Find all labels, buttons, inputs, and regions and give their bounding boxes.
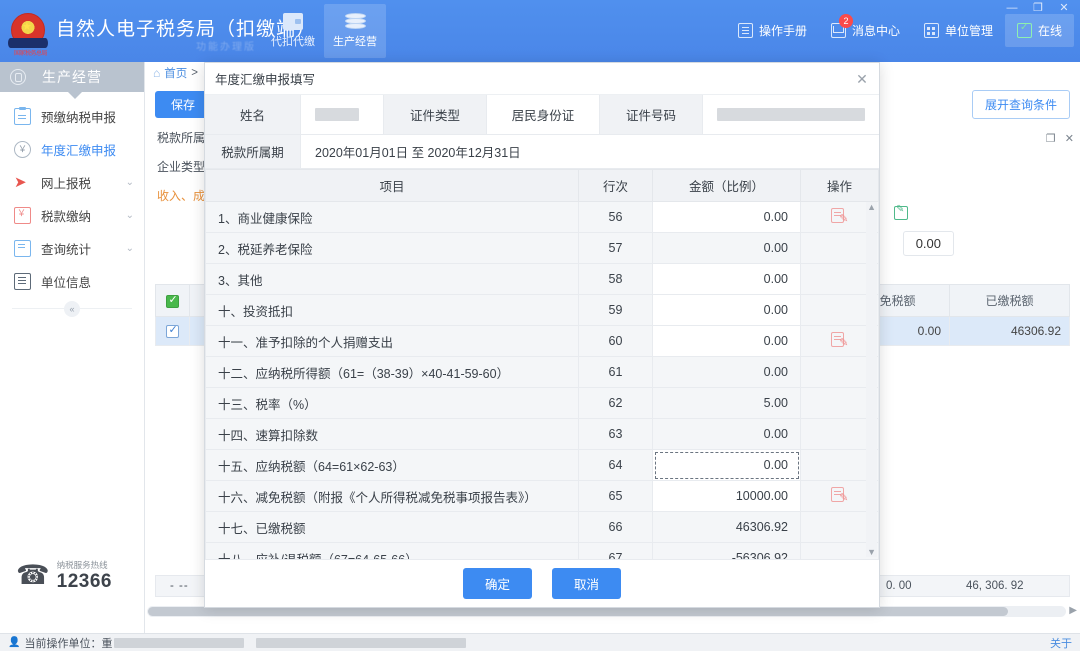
annual-settlement-table: 项目 行次 金额（比例） 操作 1、商业健康保险 56 0.00 ✎ 2、税延养… [205,169,879,559]
status-unit-label: 当前操作单位： [24,637,102,650]
row-item-label: 3、其他 [205,263,579,295]
row-item-label: 十五、应纳税额（64=61×62-63） [205,449,579,481]
dialog-close-icon[interactable]: ✕ [853,70,871,88]
redacted-unit-extra [256,637,467,648]
annual-settlement-dialog: 年度汇缴申报填写 ✕ 姓名 证件类型 居民身份证 证件号码 税款所属期 2020… [204,62,880,608]
row-amount-value: 5.00 [652,387,801,419]
status-bar: 👤 当前操作单位： 重 关于 [0,633,1080,651]
row-line-number: 64 [578,449,653,481]
row-item-label: 十一、准予扣除的个人捐赠支出 [205,325,579,357]
row-item-label: 十二、应纳税所得额（61=（38-39）×40-41-59-60） [205,356,579,388]
row-amount-input[interactable]: 0.00 [652,201,801,233]
table-row: 1、商业健康保险 56 0.00 ✎ [205,201,879,233]
table-row: 十五、应纳税额（64=61×62-63） 64 0.00 [205,449,879,481]
dialog-title: 年度汇缴申报填写 [215,73,316,87]
table-row: 十三、税率（%） 62 5.00 [205,387,879,419]
row-item-label: 十三、税率（%） [205,387,579,419]
dialog-table-header-row: 项目 行次 金额（比例） 操作 [205,169,879,202]
status-unit-value: 重 [101,637,113,650]
row-amount-value: 46306.92 [652,511,801,543]
taxpayer-identity-row: 姓名 证件类型 居民身份证 证件号码 [205,95,879,135]
scroll-down-arrow-icon[interactable]: ▼ [867,547,876,557]
row-line-number: 59 [578,294,653,326]
application-window: — ❐ ✕ ★ 国家税务总局 自然人电子税务局（扣缴端） 功能办理版 代扣代缴 … [0,0,1080,651]
column-header-amount: 金额（比例） [652,169,801,202]
row-amount-input[interactable]: 0.00 [652,325,801,357]
tax-period-label: 税款所属期 [205,135,301,168]
redacted-unit-name [114,637,245,648]
redacted-name [315,108,359,121]
inner-window-controls: ❐ ✕ [1046,132,1074,145]
id-number-value [703,95,879,134]
dialog-vertical-scrollbar[interactable]: ▲ ▼ [866,202,877,557]
row-item-label: 2、税延养老保险 [205,232,579,264]
row-line-number: 62 [578,387,653,419]
row-line-number: 58 [578,263,653,295]
table-row: 十四、速算扣除数 63 0.00 [205,418,879,450]
row-line-number: 67 [578,542,653,559]
row-amount-input[interactable]: 0.00 [652,263,801,295]
column-header-line-no: 行次 [578,169,653,202]
column-header-item: 项目 [205,169,579,202]
confirm-button[interactable]: 确定 [462,568,532,599]
detail-edit-icon[interactable]: ✎ [830,331,849,349]
row-line-number: 63 [578,418,653,450]
row-amount-value: 0.00 [652,356,801,388]
row-line-number: 60 [578,325,653,357]
dialog-table-body: 1、商业健康保险 56 0.00 ✎ 2、税延养老保险 57 0.00 3、其他… [205,201,879,559]
row-line-number: 66 [578,511,653,543]
table-row: 十、投资抵扣 59 0.00 [205,294,879,326]
detail-edit-icon[interactable]: ✎ [830,486,849,504]
tax-period-value: 2020年01月01日 至 2020年12月31日 [315,146,521,160]
row-item-label: 十八、应补/退税额（67=64-65-66） [205,542,579,559]
table-row: 2、税延养老保险 57 0.00 [205,232,879,264]
column-header-action: 操作 [800,169,879,202]
name-value [301,95,383,134]
row-item-label: 十四、速算扣除数 [205,418,579,450]
row-item-label: 十六、减免税额（附报《个人所得税减免税事项报告表》） [205,480,579,512]
row-line-number: 56 [578,201,653,233]
row-line-number: 61 [578,356,653,388]
row-amount-input[interactable]: 0.00 [652,294,801,326]
row-item-label: 1、商业健康保险 [205,201,579,233]
row-amount-value: 0.00 [652,418,801,450]
table-row: 十一、准予扣除的个人捐赠支出 60 0.00 ✎ [205,325,879,357]
id-type-value: 居民身份证 [511,109,575,123]
table-row: 3、其他 58 0.00 [205,263,879,295]
row-amount-input[interactable]: 10000.00 [652,480,801,512]
dialog-header: 年度汇缴申报填写 ✕ [205,63,879,95]
row-amount-input-focused[interactable]: 0.00 [652,449,801,481]
id-type-label: 证件类型 [383,95,487,134]
redacted-id-number [717,108,865,121]
row-item-label: 十、投资抵扣 [205,294,579,326]
table-row: 十二、应纳税所得额（61=（38-39）×40-41-59-60） 61 0.0… [205,356,879,388]
name-label: 姓名 [205,95,301,134]
table-row: 十六、减免税额（附报《个人所得税减免税事项报告表》） 65 10000.00 ✎ [205,480,879,512]
row-amount-value: -56306.92 [652,542,801,559]
row-amount-value: 0.00 [652,232,801,264]
scroll-up-arrow-icon[interactable]: ▲ [867,202,876,212]
inner-maximize-button[interactable]: ❐ [1046,132,1056,145]
dialog-table-container: 项目 行次 金额（比例） 操作 1、商业健康保险 56 0.00 ✎ 2、税延养… [205,169,879,559]
row-line-number: 57 [578,232,653,264]
dialog-footer: 确定 取消 [205,559,879,607]
inner-close-button[interactable]: ✕ [1065,132,1074,145]
table-row: 十七、已缴税额 66 46306.92 [205,511,879,543]
user-icon: 👤 [8,637,21,648]
row-line-number: 65 [578,480,653,512]
cancel-button[interactable]: 取消 [552,568,622,599]
row-item-label: 十七、已缴税额 [205,511,579,543]
table-row: 十八、应补/退税额（67=64-65-66） 67 -56306.92 [205,542,879,559]
about-link[interactable]: 关于 [1050,635,1072,651]
id-number-label: 证件号码 [599,95,703,134]
detail-edit-icon[interactable]: ✎ [830,207,849,225]
tax-period-row: 税款所属期 2020年01月01日 至 2020年12月31日 [205,135,879,169]
